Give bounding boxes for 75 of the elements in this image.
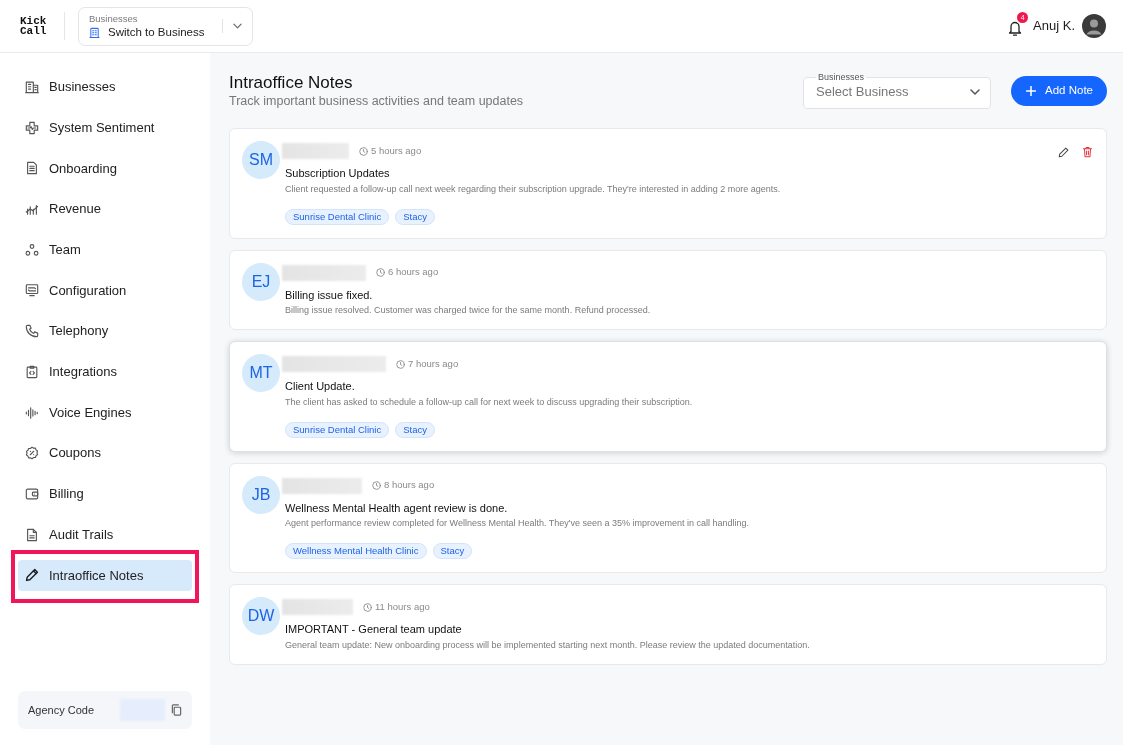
document-icon	[25, 527, 39, 542]
sidebar-item[interactable]: Telephony	[18, 315, 192, 347]
initials-avatar: EJ	[242, 262, 280, 301]
three-circles-icon	[25, 242, 39, 257]
tag[interactable]: Sunrise Dental Clinic	[285, 421, 390, 438]
timestamp: 7 hours ago	[408, 356, 459, 371]
logo: Kick Call	[20, 16, 48, 36]
tag[interactable]: Stacy	[395, 208, 435, 225]
note-title: Subscription Updates	[285, 166, 391, 180]
sidebar-item[interactable]: Billing	[18, 478, 192, 510]
pencil-icon[interactable]	[1058, 146, 1069, 158]
clock-icon	[396, 359, 405, 369]
clock-icon	[376, 268, 385, 277]
monitor-sliders-icon	[25, 283, 39, 298]
page-subtitle: Track important business activities and team updates	[229, 93, 525, 110]
note-title: Client Update.	[285, 379, 356, 393]
tag[interactable]: Sunrise Dental Clinic	[285, 208, 390, 225]
copy-icon[interactable]	[171, 704, 182, 716]
chevron-down-icon	[233, 23, 242, 29]
pencil-icon	[25, 568, 39, 583]
timestamp: 5 hours ago	[371, 143, 422, 158]
code-clipboard-icon	[25, 364, 39, 379]
trash-icon[interactable]	[1082, 146, 1093, 158]
building-icon	[25, 80, 39, 94]
initials-avatar: DW	[242, 597, 280, 635]
blurred-block	[282, 599, 353, 615]
clock-icon	[372, 481, 381, 490]
tag[interactable]: Stacy	[432, 543, 473, 559]
sidebar-item[interactable]: Intraoffice Notes	[18, 559, 192, 591]
note-text: The client has asked to schedule a follow-up call for next week to discuss upgrading their subscription.	[285, 395, 694, 409]
chevron-down-icon	[970, 89, 981, 95]
clock-icon	[359, 146, 368, 156]
timestamp: 6 hours ago	[388, 265, 439, 280]
sidebar-item[interactable]: Configuration	[18, 274, 192, 306]
business-switcher[interactable]: Businesses Switch to Business	[78, 6, 253, 46]
note-title: IMPORTANT - General team update	[285, 622, 463, 636]
sidebar-item[interactable]: Onboarding	[18, 152, 192, 184]
blurred-block	[282, 143, 349, 159]
document-icon	[25, 161, 39, 176]
initials-avatar: MT	[242, 354, 280, 392]
phone-icon	[25, 324, 39, 339]
user-name[interactable]: Anuj K.	[1033, 16, 1075, 36]
initials-avatar: JB	[242, 475, 280, 514]
business-select[interactable]: Businesses Select Business	[803, 73, 992, 109]
sidebar-item[interactable]: Audit Trails	[18, 519, 192, 551]
bar-chart-icon	[25, 202, 39, 217]
wallet-icon	[25, 486, 39, 501]
cross-pulse-icon	[25, 120, 39, 135]
sidebar-item[interactable]: Team	[18, 234, 192, 266]
timestamp: 11 hours ago	[375, 599, 430, 614]
percent-badge-icon	[25, 446, 39, 461]
sidebar-item[interactable]: System Sentiment	[18, 112, 192, 144]
user-avatar[interactable]	[1082, 14, 1106, 38]
agency-code-label: Agency Code	[28, 702, 95, 718]
sidebar-item[interactable]: Revenue	[18, 193, 192, 225]
page-title: Intraoffice Notes	[229, 72, 354, 93]
sidebar-item[interactable]: Coupons	[18, 437, 192, 469]
note-text: General team update: New onboarding process will be implemented starting next month. Please review the updated documentation.	[285, 638, 811, 652]
note-title: Wellness Mental Health agent review is done.	[285, 500, 509, 515]
tag[interactable]: Wellness Mental Health Clinic	[285, 543, 427, 559]
note-text: Client requested a follow-up call next week regarding their subscription upgrade. They're interested in adding 2 more agents.	[285, 182, 782, 196]
note-text: Agent performance review completed for Wellness Mental Health. They've seen a 35% improvement in call handling.	[285, 517, 751, 530]
note-text: Billing issue resolved. Customer was charged twice for the same month. Refund processed.	[285, 304, 652, 317]
tag[interactable]: Stacy	[395, 421, 435, 438]
clock-icon	[363, 602, 372, 612]
plus-icon	[1026, 86, 1037, 96]
sound-wave-icon	[25, 405, 39, 420]
sidebar-item[interactable]: Integrations	[18, 356, 192, 388]
initials-avatar: SM	[242, 141, 280, 179]
sidebar-item[interactable]: Voice Engines	[18, 397, 192, 428]
building-icon	[89, 26, 100, 38]
timestamp: 8 hours ago	[384, 478, 435, 493]
add-note-button[interactable]: Add Note	[1011, 76, 1107, 106]
sidebar-item[interactable]: Businesses	[18, 71, 192, 103]
note-title: Billing issue fixed.	[285, 287, 374, 302]
